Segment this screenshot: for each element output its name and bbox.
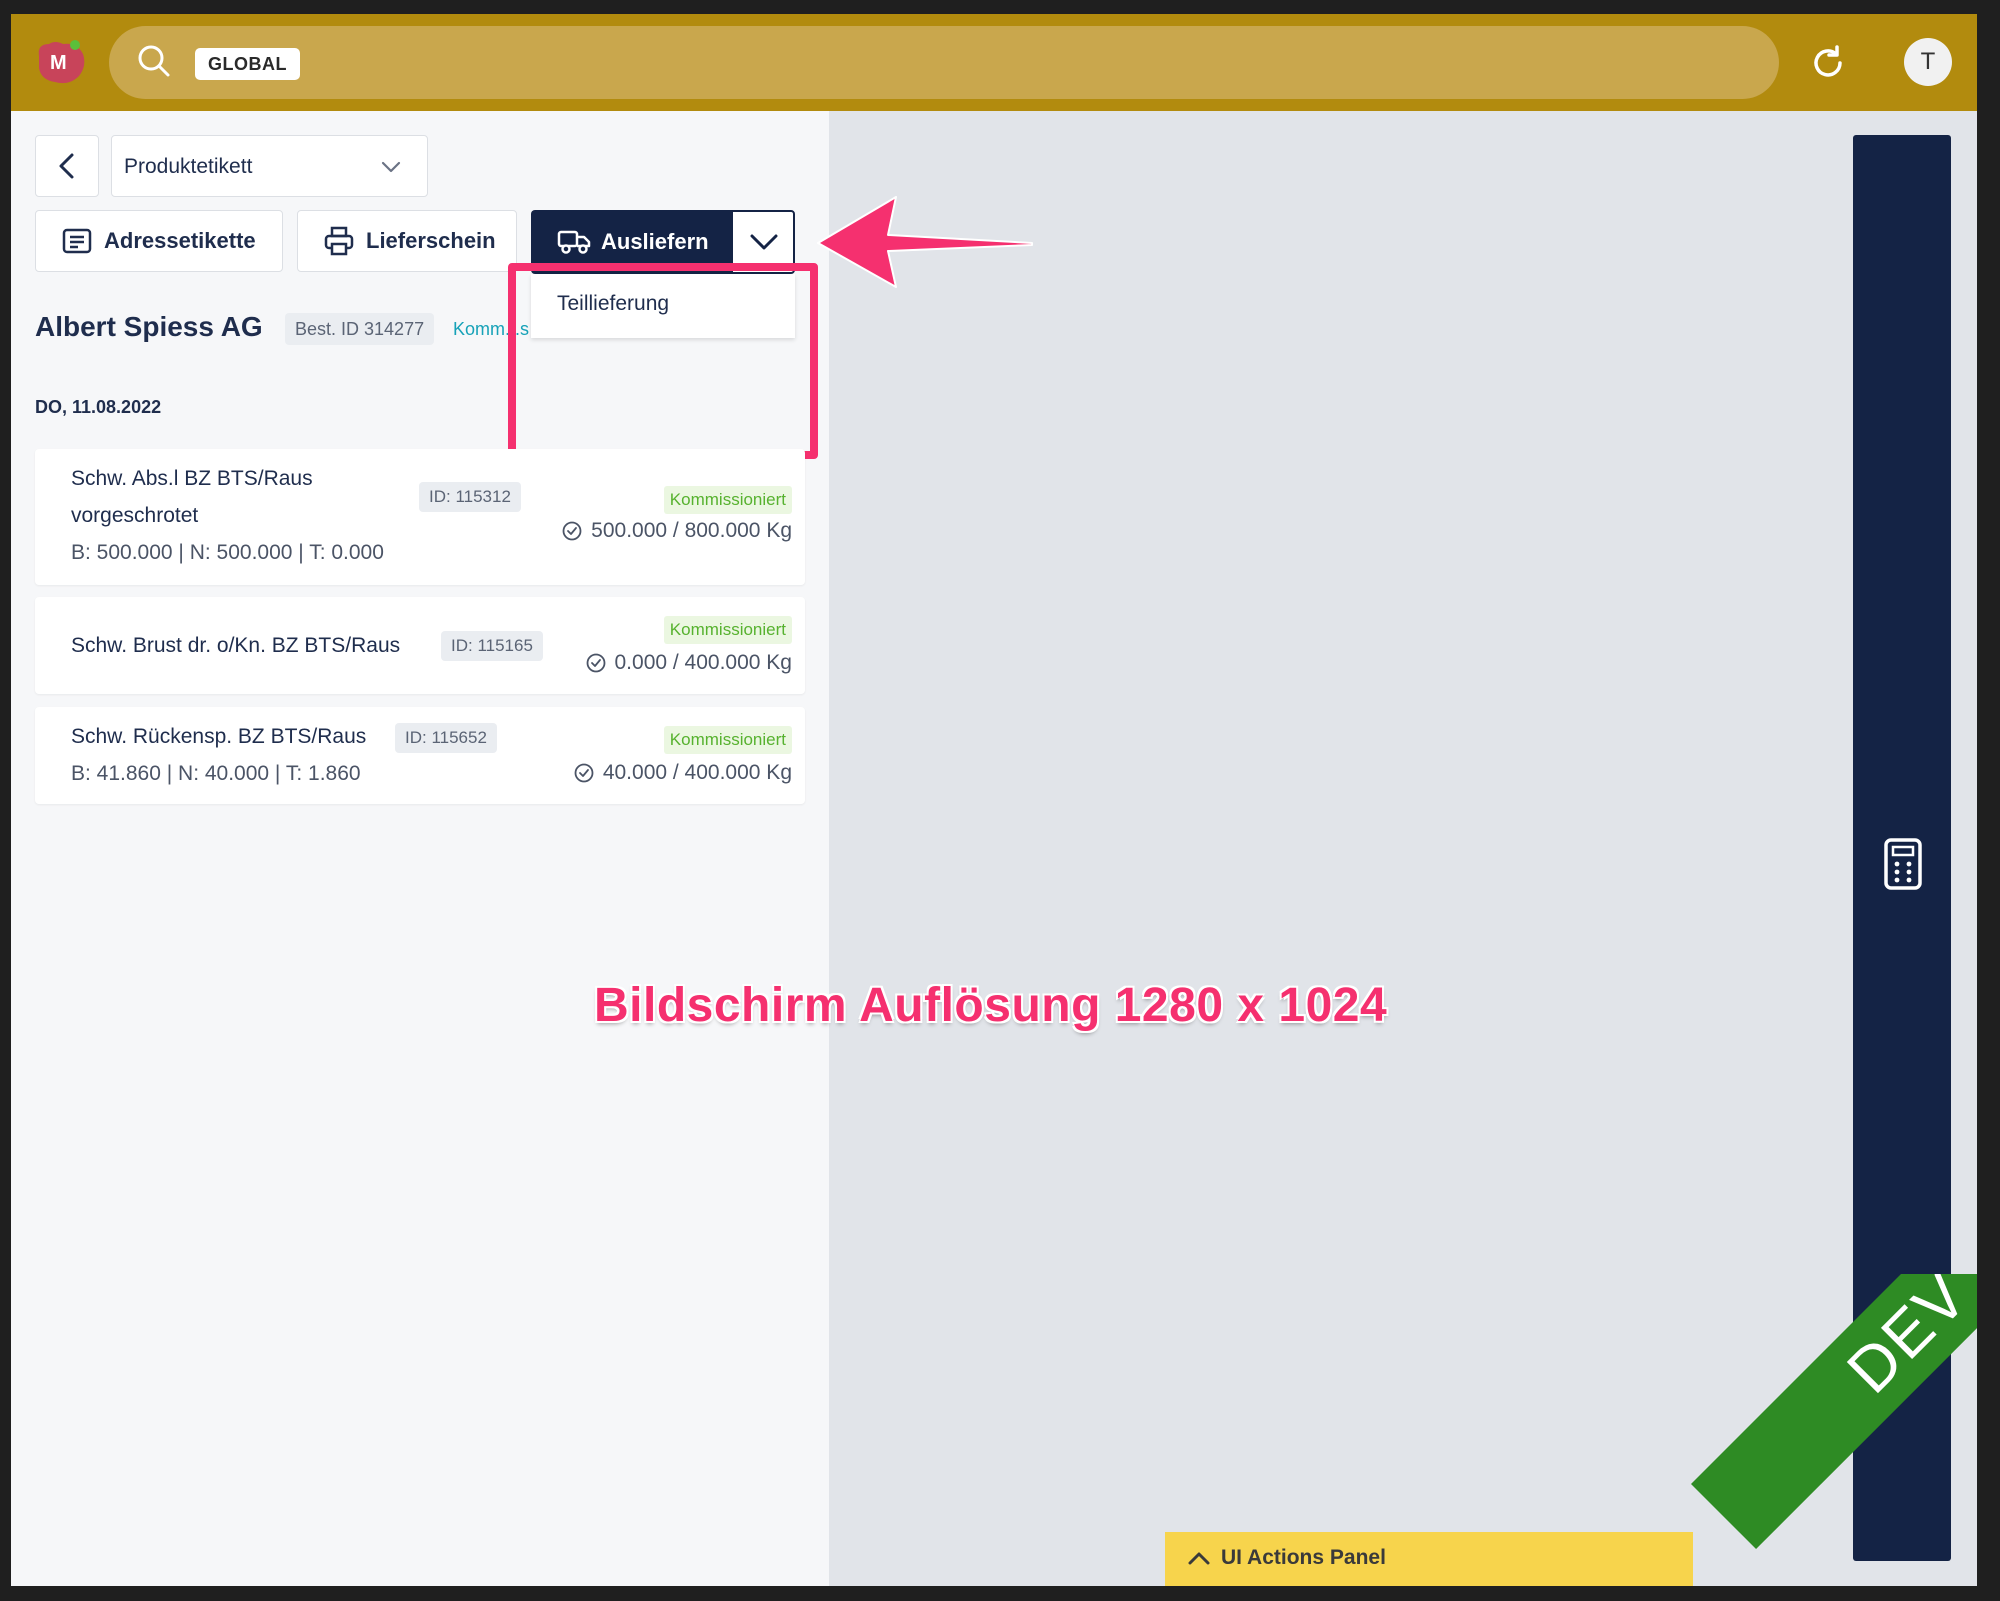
search-icon[interactable] bbox=[135, 42, 173, 80]
chevron-down-icon bbox=[381, 161, 401, 173]
global-search-bar[interactable]: GLOBAL bbox=[109, 26, 1779, 99]
ui-actions-label: UI Actions Panel bbox=[1221, 1546, 1386, 1569]
item-quantity: 0.000 / 400.000 Kg bbox=[585, 651, 793, 675]
item-name: Schw. Brust dr. o/Kn. BZ BTS/Raus bbox=[71, 634, 401, 657]
order-item-card[interactable]: Schw. Rückensp. BZ BTS/Raus ID: 115652 K… bbox=[35, 707, 805, 804]
svg-text:M: M bbox=[50, 52, 67, 74]
right-side-panel bbox=[1853, 135, 1951, 1561]
item-name: Schw. Rückensp. BZ BTS/Raus bbox=[71, 725, 367, 748]
check-circle-icon bbox=[562, 521, 582, 541]
check-circle-icon bbox=[574, 763, 594, 783]
status-badge: Kommissioniert bbox=[663, 616, 792, 644]
order-item-card[interactable]: Schw. Abs.l BZ BTS/Raus vorgeschrotet ID… bbox=[35, 449, 805, 585]
item-quantity-value: 500.000 / 800.000 Kg bbox=[591, 519, 792, 542]
item-name: Schw. Abs.l BZ BTS/Raus bbox=[71, 467, 313, 490]
lieferschein-label: Lieferschein bbox=[366, 228, 496, 253]
printer-icon bbox=[324, 226, 354, 256]
app-logo[interactable]: M bbox=[33, 36, 89, 88]
order-status-link[interactable]: Komm...s bbox=[453, 319, 529, 340]
order-detail-panel: Produktetikett Adressetikette Liefersche… bbox=[11, 111, 829, 1586]
check-circle-icon bbox=[586, 653, 605, 673]
item-quantity-value: 40.000 / 400.000 Kg bbox=[602, 761, 792, 784]
customer-name: Albert Spiess AG bbox=[35, 311, 263, 342]
back-button[interactable] bbox=[35, 135, 99, 197]
item-quantity: 40.000 / 400.000 Kg bbox=[573, 761, 792, 785]
chevron-up-icon bbox=[1188, 1552, 1210, 1565]
truck-icon bbox=[557, 230, 591, 254]
item-id-badge: ID: 115312 bbox=[419, 482, 521, 512]
status-badge: Kommissioniert bbox=[663, 726, 792, 754]
lieferschein-button[interactable]: Lieferschein bbox=[297, 210, 517, 272]
ausliefern-button[interactable]: Ausliefern bbox=[531, 210, 731, 274]
adressetikette-button[interactable]: Adressetikette bbox=[35, 210, 283, 272]
ui-actions-panel[interactable]: UI Actions Panel bbox=[1165, 1532, 1693, 1586]
user-avatar[interactable]: T bbox=[1904, 38, 1952, 86]
label-type-select[interactable]: Produktetikett bbox=[111, 135, 428, 197]
top-bar: M GLOBAL T bbox=[11, 14, 1977, 111]
ausliefern-dropdown-menu: Teillieferung bbox=[531, 274, 795, 338]
calculator-icon[interactable] bbox=[1883, 837, 1923, 891]
menu-item-teillieferung[interactable]: Teillieferung bbox=[557, 292, 669, 316]
address-label-icon bbox=[62, 228, 92, 254]
item-name-line2: vorgeschrotet bbox=[71, 504, 199, 527]
ausliefern-dropdown-toggle[interactable] bbox=[731, 210, 795, 274]
chevron-down-icon bbox=[750, 234, 778, 250]
ausliefern-label: Ausliefern bbox=[601, 229, 709, 254]
refresh-icon[interactable] bbox=[1808, 43, 1848, 83]
search-scope-badge[interactable]: GLOBAL bbox=[195, 48, 300, 80]
chevron-left-icon bbox=[59, 153, 74, 179]
item-quantity: 500.000 / 800.000 Kg bbox=[561, 519, 792, 543]
date-heading: DO, 11.08.2022 bbox=[35, 397, 162, 417]
item-weights: B: 500.000 | N: 500.000 | T: 0.000 bbox=[71, 541, 384, 564]
item-quantity-value: 0.000 / 400.000 Kg bbox=[614, 651, 793, 674]
item-weights: B: 41.860 | N: 40.000 | T: 1.860 bbox=[71, 762, 361, 785]
annotation-text: Bildschirm Auflösung 1280 x 1024 bbox=[594, 979, 1388, 1032]
annotation-arrow-icon bbox=[817, 196, 1033, 288]
adressetikette-label: Adressetikette bbox=[104, 228, 256, 253]
item-id-badge: ID: 115652 bbox=[395, 723, 497, 753]
status-badge: Kommissioniert bbox=[663, 486, 792, 514]
order-item-card[interactable]: Schw. Brust dr. o/Kn. BZ BTS/Raus ID: 11… bbox=[35, 597, 805, 694]
item-id-badge: ID: 115165 bbox=[441, 631, 543, 661]
label-type-select-value: Produktetikett bbox=[124, 155, 253, 178]
order-id-badge: Best. ID 314277 bbox=[285, 313, 435, 345]
